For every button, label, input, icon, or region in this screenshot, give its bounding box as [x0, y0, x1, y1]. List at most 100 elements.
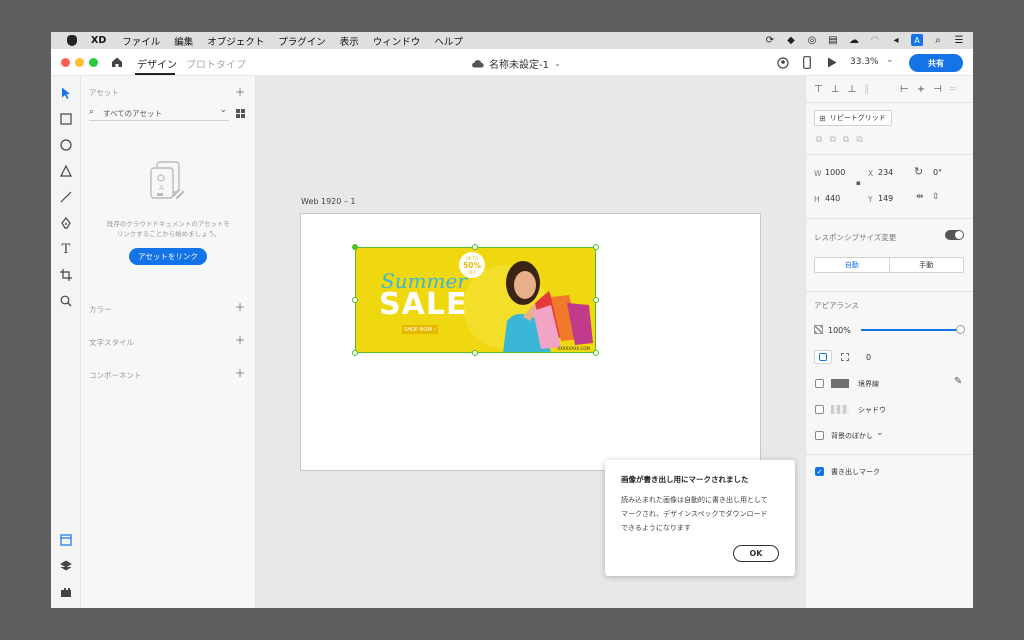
cloud-upload-icon[interactable]: ☁ [848, 34, 860, 46]
creative-cloud-icon[interactable]: ◎ [806, 34, 818, 46]
add-asset-button[interactable]: + [235, 86, 245, 98]
corner-radius-each-button[interactable] [836, 350, 854, 364]
align-bottom-icon[interactable]: ⊥ [847, 84, 856, 95]
grid-view-icon[interactable] [236, 109, 245, 118]
plugins-panel-toggle[interactable] [59, 585, 73, 599]
layers-panel-toggle[interactable] [59, 559, 73, 573]
tab-design[interactable]: デザイン [137, 56, 177, 71]
menu-object[interactable]: オブジェクト [207, 34, 264, 48]
input-source-icon[interactable]: A [911, 34, 923, 46]
add-text-style-button[interactable]: + [235, 334, 245, 346]
y-field[interactable]: 149 [878, 194, 893, 203]
select-tool[interactable] [59, 86, 73, 100]
boolean-exclude-icon[interactable]: ⧉ [856, 135, 862, 145]
boolean-intersect-icon[interactable]: ⧉ [843, 135, 849, 145]
zoom-window-button[interactable] [89, 58, 98, 67]
resize-handle-bottom[interactable] [472, 350, 478, 356]
share-button[interactable]: 共有 [909, 54, 963, 72]
device-preview-icon[interactable] [803, 56, 811, 69]
text-tool[interactable]: T [59, 241, 73, 257]
artboard-tool[interactable] [59, 268, 73, 282]
resize-handle-bottom-left[interactable] [352, 350, 358, 356]
spotlight-search-icon[interactable]: ⌕ [932, 34, 944, 46]
menu-help[interactable]: ヘルプ [434, 34, 463, 48]
close-window-button[interactable] [61, 58, 70, 67]
volume-icon[interactable]: ◂ [890, 34, 902, 46]
resize-handle-top-right[interactable] [593, 244, 599, 250]
align-top-icon[interactable]: ⊤ [814, 84, 823, 95]
export-mark-checkbox[interactable]: ✓ [815, 467, 824, 476]
boolean-subtract-icon[interactable]: ⧉ [829, 135, 835, 145]
resize-auto-button[interactable]: 自動 [815, 258, 890, 272]
menu-view[interactable]: 表示 [340, 34, 359, 48]
align-right-icon[interactable]: ⊣ [933, 84, 942, 95]
shadow-color-swatch[interactable] [831, 405, 849, 414]
artboard-label[interactable]: Web 1920 – 1 [301, 197, 356, 206]
align-middle-icon[interactable]: ⊥ [831, 84, 840, 95]
menu-file[interactable]: ファイル [122, 34, 160, 48]
wifi-icon[interactable]: ◠ [869, 34, 881, 46]
resize-handle-right[interactable] [593, 297, 599, 303]
height-field[interactable]: 440 [825, 194, 840, 203]
control-center-icon[interactable]: ☰ [953, 34, 965, 46]
line-tool[interactable] [59, 190, 73, 204]
opacity-field[interactable]: 100% [828, 326, 851, 335]
x-field[interactable]: 234 [878, 168, 893, 177]
corner-radius-field[interactable]: 0 [866, 353, 871, 362]
lock-aspect-icon[interactable]: ▪ [856, 179, 861, 187]
chevron-down-icon[interactable]: ⌄ [876, 428, 884, 438]
user-icon[interactable] [777, 57, 789, 69]
zoom-chevron-icon[interactable]: ⌄ [886, 55, 894, 65]
corner-radius-all-button[interactable] [814, 350, 832, 364]
resize-handle-top-left[interactable] [352, 244, 358, 250]
distribute-horizontal-icon[interactable]: ═ [950, 84, 956, 95]
resize-handle-left[interactable] [352, 297, 358, 303]
resize-handle-top[interactable] [472, 244, 478, 250]
tab-prototype[interactable]: プロトタイプ [186, 56, 246, 71]
ellipse-tool[interactable] [59, 138, 73, 152]
background-blur-checkbox[interactable] [815, 431, 824, 440]
document-title[interactable]: 名称未設定-1 ⌄ [471, 56, 561, 71]
rectangle-tool[interactable] [59, 112, 73, 126]
zoom-level[interactable]: 33.3% [850, 57, 879, 67]
polygon-tool[interactable] [59, 164, 73, 178]
rotation-field[interactable]: 0° [933, 168, 942, 177]
play-icon[interactable] [827, 57, 837, 68]
opacity-slider-knob[interactable] [956, 325, 965, 334]
align-center-icon[interactable]: + [917, 84, 925, 95]
creative-cloud-sync-icon[interactable]: ⟳ [764, 34, 776, 46]
flip-horizontal-icon[interactable]: ⇹ [916, 192, 924, 202]
apple-icon[interactable] [67, 35, 77, 46]
menu-plugins[interactable]: プラグイン [278, 34, 326, 48]
zoom-tool[interactable] [59, 294, 73, 308]
shadow-checkbox[interactable] [815, 405, 824, 414]
distribute-vertical-icon[interactable]: ‖ [864, 84, 869, 95]
pen-tool[interactable] [59, 216, 73, 230]
resize-manual-button[interactable]: 手動 [890, 258, 964, 272]
menu-edit[interactable]: 編集 [174, 34, 193, 48]
menu-app-name[interactable]: XD [91, 35, 106, 46]
menu-window[interactable]: ウィンドウ [373, 34, 421, 48]
minimize-window-button[interactable] [75, 58, 84, 67]
clipboard-icon[interactable]: ▤ [827, 34, 839, 46]
toast-ok-button[interactable]: OK [733, 545, 779, 562]
align-left-icon[interactable]: ⊢ [900, 84, 909, 95]
assets-panel-toggle[interactable] [59, 533, 73, 547]
text-t-icon: T [61, 241, 71, 257]
asset-filter[interactable]: ⌕ すべてのアセット ⌄ [89, 105, 229, 121]
border-color-swatch[interactable] [831, 379, 849, 388]
link-assets-button[interactable]: アセットをリンク [129, 248, 207, 265]
resize-handle-bottom-right[interactable] [593, 350, 599, 356]
flip-vertical-icon[interactable]: ⇳ [932, 192, 940, 202]
home-icon[interactable] [111, 56, 123, 68]
boolean-add-icon[interactable]: ⧉ [816, 135, 822, 145]
border-checkbox[interactable] [815, 379, 824, 388]
repeat-grid-button[interactable]: ⊞ リピートグリッド [814, 110, 892, 126]
width-field[interactable]: 1000 [825, 168, 845, 177]
opacity-slider[interactable] [861, 325, 965, 334]
eyedropper-icon[interactable]: ✎ [954, 376, 962, 387]
add-color-button[interactable]: + [235, 301, 245, 313]
dropbox-icon[interactable]: ◆ [785, 34, 797, 46]
add-component-button[interactable]: + [235, 367, 245, 379]
responsive-resize-toggle[interactable] [945, 230, 964, 240]
